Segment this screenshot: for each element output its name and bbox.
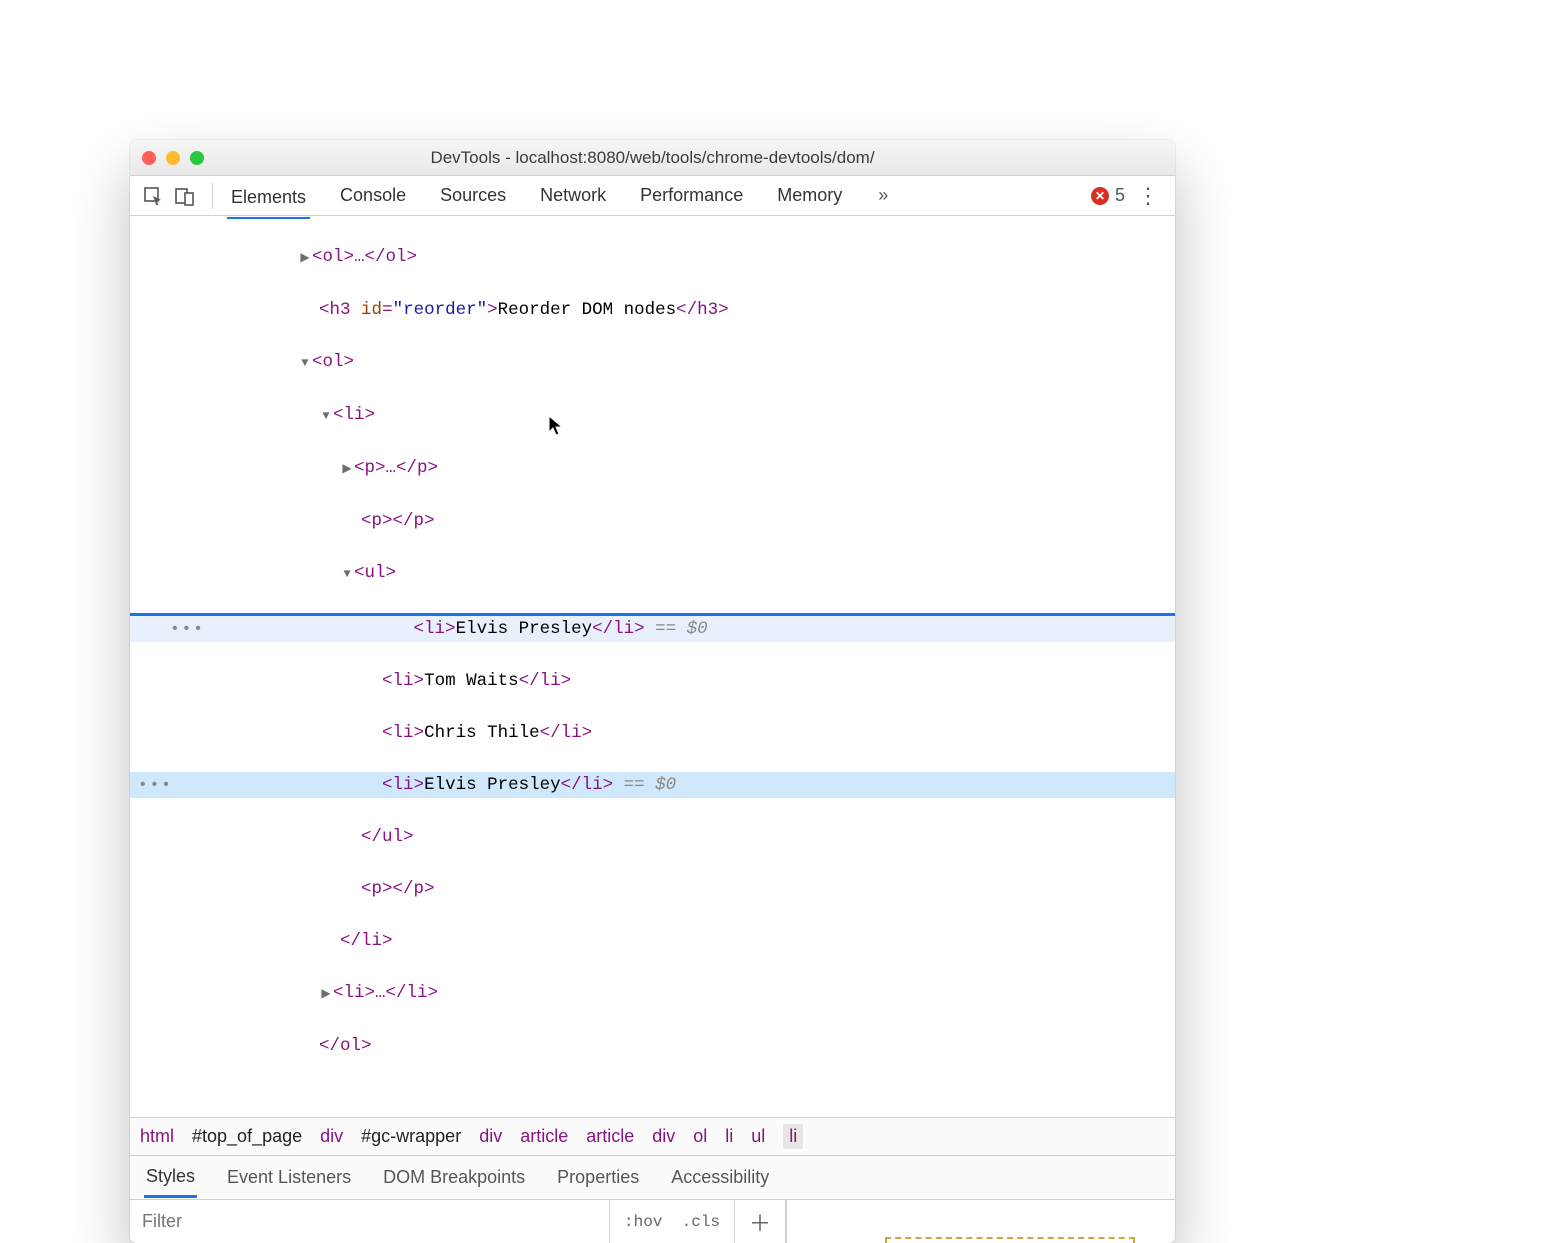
mouse-cursor-icon xyxy=(548,415,566,437)
box-model-margin-edge xyxy=(885,1237,1135,1243)
settings-menu-icon[interactable]: ⋮ xyxy=(1131,183,1165,209)
dom-row[interactable]: ▼<li> xyxy=(130,402,1175,429)
device-toolbar-icon[interactable] xyxy=(172,183,198,209)
tab-memory[interactable]: Memory xyxy=(773,179,846,212)
tab-performance[interactable]: Performance xyxy=(636,179,747,212)
inspect-element-icon[interactable] xyxy=(140,183,166,209)
crumb-item[interactable]: #gc-wrapper xyxy=(361,1126,461,1147)
styles-filter-input[interactable] xyxy=(130,1200,610,1243)
dom-row[interactable]: </ul> xyxy=(130,824,1175,850)
crumb-item[interactable]: article xyxy=(520,1126,568,1147)
error-counter[interactable]: ✕ 5 xyxy=(1091,185,1125,206)
breadcrumb: html #top_of_page div #gc-wrapper div ar… xyxy=(130,1117,1175,1155)
dom-row[interactable]: ▶<ol>…</ol> xyxy=(130,244,1175,271)
subtab-dom-breakpoints[interactable]: DOM Breakpoints xyxy=(381,1159,527,1196)
panel-tabs: Elements Console Sources Network Perform… xyxy=(227,179,1085,212)
close-icon[interactable] xyxy=(142,151,156,165)
crumb-item-current[interactable]: li xyxy=(783,1124,803,1149)
new-style-rule-button[interactable]: ＋ xyxy=(735,1200,786,1243)
dom-row[interactable]: <h3 id="reorder">Reorder DOM nodes</h3> xyxy=(130,297,1175,323)
crumb-item[interactable]: html xyxy=(140,1126,174,1147)
error-icon: ✕ xyxy=(1091,187,1109,205)
devtools-window: DevTools - localhost:8080/web/tools/chro… xyxy=(130,140,1175,1243)
dom-row[interactable]: <li>Tom Waits</li> xyxy=(130,668,1175,694)
styles-filter-bar: :hov .cls ＋ xyxy=(130,1199,1175,1243)
box-model-panel xyxy=(786,1200,1175,1243)
tab-network[interactable]: Network xyxy=(536,179,610,212)
separator xyxy=(212,183,213,209)
tab-sources[interactable]: Sources xyxy=(436,179,510,212)
more-tabs-chevron-icon[interactable]: » xyxy=(872,185,894,206)
styles-subtabs: Styles Event Listeners DOM Breakpoints P… xyxy=(130,1155,1175,1199)
tab-elements[interactable]: Elements xyxy=(227,181,310,219)
main-toolbar: Elements Console Sources Network Perform… xyxy=(130,176,1175,216)
hover-toggle[interactable]: :hov .cls xyxy=(610,1200,735,1243)
crumb-item[interactable]: div xyxy=(479,1126,502,1147)
error-count: 5 xyxy=(1115,185,1125,206)
dom-tree[interactable]: ▶<ol>…</ol> <h3 id="reorder">Reorder DOM… xyxy=(130,216,1175,1117)
traffic-lights xyxy=(142,151,204,165)
dom-row[interactable]: </li> xyxy=(130,928,1175,954)
titlebar[interactable]: DevTools - localhost:8080/web/tools/chro… xyxy=(130,140,1175,176)
minimize-icon[interactable] xyxy=(166,151,180,165)
crumb-item[interactable]: div xyxy=(652,1126,675,1147)
dom-row[interactable]: </ol> xyxy=(130,1033,1175,1059)
subtab-accessibility[interactable]: Accessibility xyxy=(669,1159,771,1196)
tab-console[interactable]: Console xyxy=(336,179,410,212)
dom-row[interactable]: <li>Chris Thile</li> xyxy=(130,720,1175,746)
dom-row[interactable]: <p></p> xyxy=(130,876,1175,902)
crumb-item[interactable]: #top_of_page xyxy=(192,1126,302,1147)
subtab-properties[interactable]: Properties xyxy=(555,1159,641,1196)
dom-row[interactable]: ▼<ul> xyxy=(130,560,1175,587)
subtab-styles[interactable]: Styles xyxy=(144,1158,197,1198)
crumb-item[interactable]: div xyxy=(320,1126,343,1147)
dom-row[interactable]: <p></p> xyxy=(130,508,1175,534)
crumb-item[interactable]: ol xyxy=(693,1126,707,1147)
crumb-item[interactable]: li xyxy=(725,1126,733,1147)
dom-row-drag-ghost[interactable]: ••• <li>Elvis Presley</li> == $0 xyxy=(130,613,1175,642)
window-title: DevTools - localhost:8080/web/tools/chro… xyxy=(130,148,1175,168)
crumb-item[interactable]: ul xyxy=(751,1126,765,1147)
dom-row[interactable]: ▶<li>…</li> xyxy=(130,980,1175,1007)
crumb-item[interactable]: article xyxy=(586,1126,634,1147)
dom-row[interactable]: ▶<p>…</p> xyxy=(130,455,1175,482)
dom-row[interactable]: ▼<ol> xyxy=(130,349,1175,376)
gutter-dots-icon: ••• xyxy=(138,772,173,798)
dom-row-selected[interactable]: ••• <li>Elvis Presley</li> == $0 xyxy=(130,772,1175,798)
gutter-dots-icon: ••• xyxy=(170,616,205,642)
zoom-icon[interactable] xyxy=(190,151,204,165)
subtab-event-listeners[interactable]: Event Listeners xyxy=(225,1159,353,1196)
